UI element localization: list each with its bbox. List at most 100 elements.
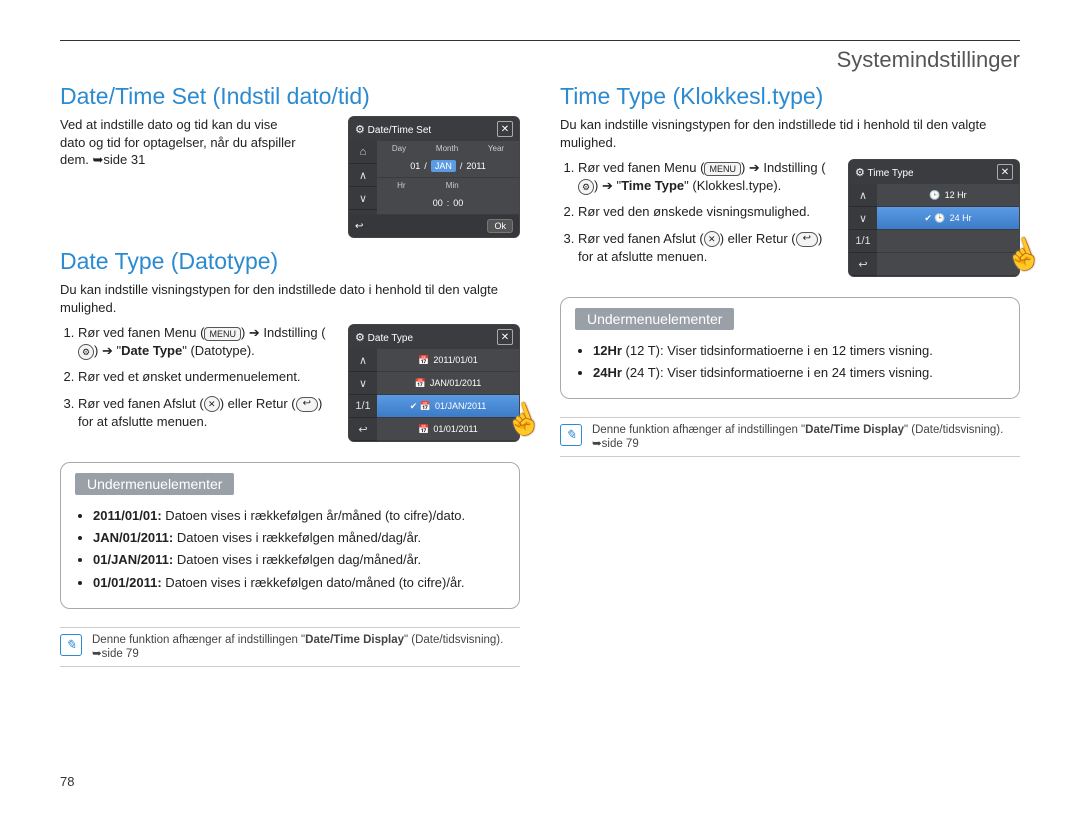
opt-mdY[interactable]: 📅 JAN/01/2011 xyxy=(377,372,519,395)
gear-icon: ⚙ xyxy=(355,124,365,136)
datetype-ui: ⚙ Date Type ✕ ∧ ∨ 1/1 ↩ 📅 2011/01/ xyxy=(348,324,520,442)
list-item: JAN/01/2011: Datoen vises i rækkefølgen … xyxy=(93,529,505,547)
return-icon[interactable]: ↩ xyxy=(849,253,877,276)
ui2-title: Date Type xyxy=(368,333,413,344)
header-rule xyxy=(60,40,1020,41)
datetime-set-ui: ⚙ Date/Time Set ✕ ⌂ ∧ ∨ Day Month xyxy=(348,116,520,238)
close-chip-icon: ✕ xyxy=(704,231,720,247)
menu-chip-icon: MENU xyxy=(704,162,741,176)
note-left: ✎ Denne funktion afhænger af indstilling… xyxy=(60,627,520,667)
note-text: Denne funktion afhænger af indstillingen… xyxy=(92,634,520,660)
list-item: 2011/01/01: Datoen vises i rækkefølgen å… xyxy=(93,507,505,525)
return-chip-icon: ↩ xyxy=(296,397,318,412)
ui1-side: ⌂ ∧ ∨ xyxy=(349,141,377,215)
note-icon: ✎ xyxy=(560,424,582,446)
ui1-main: Day Month Year 01/ JAN/ 2011 Hr xyxy=(377,141,519,215)
datetype-ui-wrap: ⚙ Date Type ✕ ∧ ∨ 1/1 ↩ 📅 2011/01/ xyxy=(348,324,520,442)
empty-row xyxy=(877,230,1019,253)
down-icon[interactable]: ∨ xyxy=(349,187,377,210)
ui3-header: ⚙ Time Type ✕ xyxy=(849,160,1019,184)
gear-chip-icon: ⚙ xyxy=(578,179,594,195)
up-icon[interactable]: ∧ xyxy=(349,164,377,187)
down-icon[interactable]: ∨ xyxy=(349,372,377,395)
section-title-datetime: Date/Time Set (Indstil dato/tid) xyxy=(60,83,520,110)
ui2-main: 📅 2011/01/01 📅 JAN/01/2011 ✔ 📅 01/JAN/20… xyxy=(377,349,519,441)
datetype-intro: Du kan indstille visningstypen for den i… xyxy=(60,281,520,316)
timetype-block: ⚙ Time Type ✕ ∧ ∨ 1/1 ↩ 🕒 12 Hr xyxy=(560,159,1020,287)
val-min[interactable]: 00 xyxy=(453,198,463,208)
opt-24hr-selected[interactable]: ✔ 🕒 24 Hr xyxy=(877,207,1019,230)
datetime-intro: Ved at indstille dato og tid kan du vise… xyxy=(60,116,300,169)
opt-dMY-selected[interactable]: ✔ 📅 01/JAN/2011 xyxy=(377,395,519,418)
list-item: 01/01/2011: Datoen vises i rækkefølgen d… xyxy=(93,574,505,592)
ui3-title: Time Type xyxy=(867,168,913,179)
close-icon[interactable]: ✕ xyxy=(997,164,1013,180)
submenu-box-left: Undermenuelementer 2011/01/01: Datoen vi… xyxy=(60,462,520,609)
return-icon[interactable]: ↩ xyxy=(349,418,377,441)
manual-page: Systemindstillinger Date/Time Set (Indst… xyxy=(0,0,1080,827)
timetype-ui-wrap: ⚙ Time Type ✕ ∧ ∨ 1/1 ↩ 🕒 12 Hr xyxy=(848,159,1020,277)
up-icon[interactable]: ∧ xyxy=(849,184,877,207)
submenu-title: Undermenuelementer xyxy=(75,473,234,495)
down-icon[interactable]: ∨ xyxy=(849,207,877,230)
left-column: Date/Time Set (Indstil dato/tid) ⚙ Date/… xyxy=(60,83,520,667)
opt-dmy[interactable]: 📅 01/01/2011 xyxy=(377,418,519,441)
submenu-title: Undermenuelementer xyxy=(575,308,734,330)
timetype-intro: Du kan indstille visningstypen for den i… xyxy=(560,116,1020,151)
ui2-body: ∧ ∨ 1/1 ↩ 📅 2011/01/01 📅 JAN/01/2011 ✔ 📅… xyxy=(349,349,519,441)
page-indicator: 1/1 xyxy=(849,230,877,253)
home-icon[interactable]: ⌂ xyxy=(349,141,377,164)
lbl-day: Day xyxy=(392,144,406,153)
ui3-body: ∧ ∨ 1/1 ↩ 🕒 12 Hr ✔ 🕒 24 Hr xyxy=(849,184,1019,276)
list-item: 24Hr (24 T): Viser tidsinformatioerne i … xyxy=(593,364,1005,382)
list-item: 12Hr (12 T): Viser tidsinformatioerne i … xyxy=(593,342,1005,360)
gear-icon: ⚙ xyxy=(855,167,865,179)
datetype-block: ⚙ Date Type ✕ ∧ ∨ 1/1 ↩ 📅 2011/01/ xyxy=(60,324,520,452)
section-title-timetype: Time Type (Klokkesl.type) xyxy=(560,83,1020,110)
submenu-list: 2011/01/01: Datoen vises i rækkefølgen å… xyxy=(75,507,505,592)
ui2-side: ∧ ∨ 1/1 ↩ xyxy=(349,349,377,441)
timetype-ui: ⚙ Time Type ✕ ∧ ∨ 1/1 ↩ 🕒 12 Hr xyxy=(848,159,1020,277)
close-icon[interactable]: ✕ xyxy=(497,121,513,137)
gear-icon: ⚙ xyxy=(355,332,365,344)
val-hr[interactable]: 00 xyxy=(433,198,443,208)
submenu-box-right: Undermenuelementer 12Hr (12 T): Viser ti… xyxy=(560,297,1020,399)
return-chip-icon: ↩ xyxy=(796,232,818,247)
opt-12hr[interactable]: 🕒 12 Hr xyxy=(877,184,1019,207)
gear-chip-icon: ⚙ xyxy=(78,344,94,360)
page-number: 78 xyxy=(60,774,74,789)
opt-ymd[interactable]: 📅 2011/01/01 xyxy=(377,349,519,372)
ui2-header: ⚙ Date Type ✕ xyxy=(349,325,519,349)
close-icon[interactable]: ✕ xyxy=(497,329,513,345)
ui1-body: ⌂ ∧ ∨ Day Month Year 01/ xyxy=(349,141,519,215)
up-icon[interactable]: ∧ xyxy=(349,349,377,372)
lbl-min: Min xyxy=(446,181,459,190)
lbl-hr: Hr xyxy=(397,181,405,190)
note-right: ✎ Denne funktion afhænger af indstilling… xyxy=(560,417,1020,457)
page-header: Systemindstillinger xyxy=(60,47,1020,73)
return-icon[interactable]: ↩ xyxy=(355,221,363,232)
list-item: 01/JAN/2011: Datoen vises i rækkefølgen … xyxy=(93,551,505,569)
val-day[interactable]: 01 xyxy=(410,161,420,171)
ui1-header: ⚙ Date/Time Set ✕ xyxy=(349,117,519,141)
right-column: Time Type (Klokkesl.type) Du kan indstil… xyxy=(560,83,1020,667)
ui1-footer: ↩ Ok xyxy=(349,215,519,237)
ok-button[interactable]: Ok xyxy=(487,219,513,233)
empty-row xyxy=(877,253,1019,276)
datetime-block: ⚙ Date/Time Set ✕ ⌂ ∧ ∨ Day Month xyxy=(60,116,520,248)
close-chip-icon: ✕ xyxy=(204,396,220,412)
val-month[interactable]: JAN xyxy=(431,160,456,172)
ui1-title: Date/Time Set xyxy=(368,125,432,136)
ui3-side: ∧ ∨ 1/1 ↩ xyxy=(849,184,877,276)
note-icon: ✎ xyxy=(60,634,82,656)
submenu-list: 12Hr (12 T): Viser tidsinformatioerne i … xyxy=(575,342,1005,382)
ui3-main: 🕒 12 Hr ✔ 🕒 24 Hr xyxy=(877,184,1019,276)
page-indicator: 1/1 xyxy=(349,395,377,418)
note-text: Denne funktion afhænger af indstillingen… xyxy=(592,424,1020,450)
val-year[interactable]: 2011 xyxy=(466,161,485,171)
content-columns: Date/Time Set (Indstil dato/tid) ⚙ Date/… xyxy=(60,83,1020,667)
menu-chip-icon: MENU xyxy=(204,327,241,341)
lbl-year: Year xyxy=(488,144,504,153)
lbl-month: Month xyxy=(436,144,458,153)
section-title-datetype: Date Type (Datotype) xyxy=(60,248,520,275)
